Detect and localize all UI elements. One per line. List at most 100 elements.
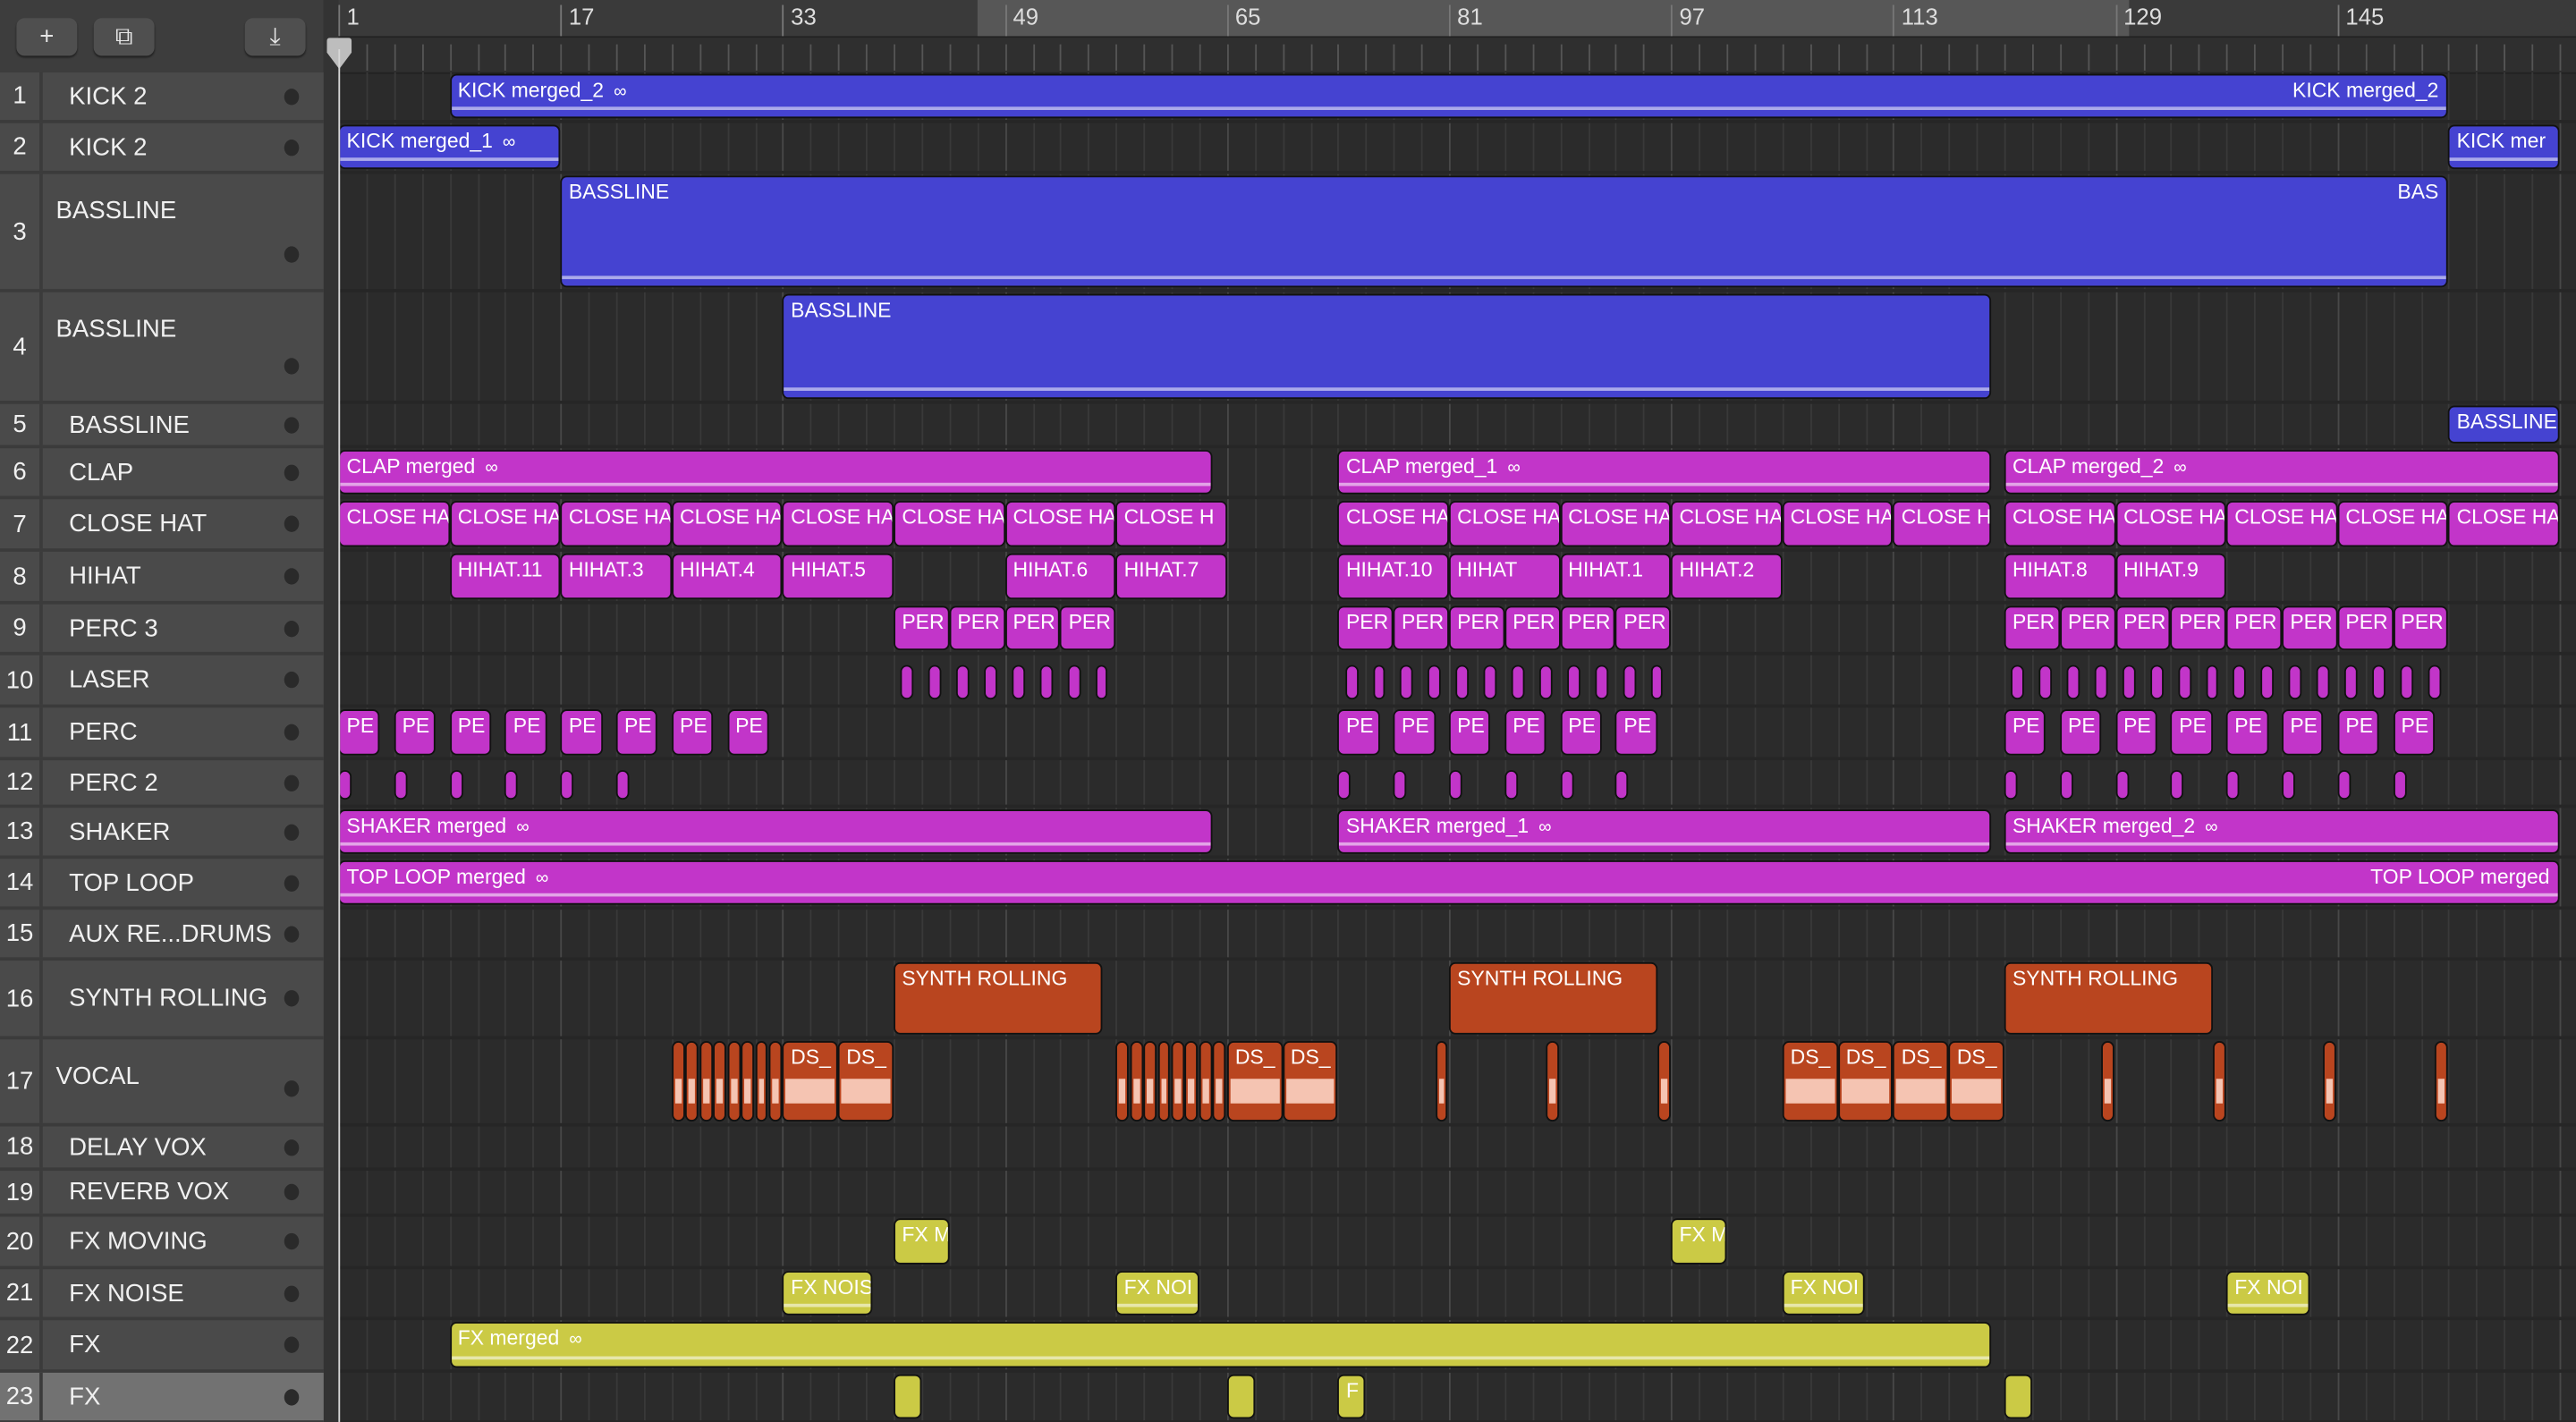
- track-header[interactable]: 20 FX MOVING: [0, 1216, 324, 1270]
- region[interactable]: DS_: [782, 1041, 839, 1122]
- track-header[interactable]: 19 REVERB VOX: [0, 1171, 324, 1217]
- record-enable-dot-icon[interactable]: [284, 416, 300, 433]
- track-header[interactable]: 15 AUX RE...DRUMS: [0, 910, 324, 961]
- region-sliver[interactable]: [699, 1041, 713, 1122]
- region-sliver[interactable]: [2212, 1041, 2226, 1122]
- track-header[interactable]: 11 PERC: [0, 707, 324, 761]
- region[interactable]: SHAKER merged_2 ∞: [2004, 809, 2560, 854]
- track-header[interactable]: 1 KICK 2: [0, 72, 324, 123]
- track-header[interactable]: 13 SHAKER: [0, 808, 324, 859]
- region-sliver[interactable]: [1039, 664, 1053, 700]
- region[interactable]: F: [1337, 1374, 1366, 1419]
- region[interactable]: PER: [894, 605, 950, 651]
- region-sliver[interactable]: [713, 1041, 726, 1122]
- region-sliver[interactable]: [2343, 664, 2358, 700]
- track-name[interactable]: CLAP: [69, 458, 133, 486]
- region-sliver[interactable]: [1185, 1041, 1199, 1122]
- region[interactable]: SYNTH ROLLING: [894, 961, 1102, 1035]
- region-sliver[interactable]: [1657, 1041, 1671, 1122]
- region[interactable]: DS_: [1837, 1041, 1894, 1122]
- region-sliver[interactable]: [1157, 1041, 1171, 1122]
- region[interactable]: HIHAT.11: [449, 553, 561, 600]
- track-name[interactable]: FX NOISE: [69, 1279, 184, 1307]
- region-sliver[interactable]: [2059, 770, 2073, 800]
- header-divider[interactable]: [323, 0, 339, 1422]
- track-lane[interactable]: F: [338, 1373, 2576, 1422]
- region[interactable]: HIHAT.8: [2004, 553, 2115, 600]
- region-sliver[interactable]: [1012, 664, 1025, 700]
- track-header[interactable]: 18 DELAY VOX: [0, 1126, 324, 1172]
- region-sliver[interactable]: [2260, 664, 2275, 700]
- region[interactable]: PE: [2226, 709, 2268, 756]
- region[interactable]: KICK merged_2 ∞ KICK merged_2: [449, 73, 2449, 119]
- region[interactable]: HIHAT.7: [1115, 553, 1227, 600]
- region[interactable]: HIHAT.3: [560, 553, 672, 600]
- track-lane[interactable]: [338, 910, 2576, 961]
- region[interactable]: PE: [394, 709, 436, 756]
- track-header[interactable]: 21 FX NOISE: [0, 1269, 324, 1321]
- track-lane[interactable]: TOP LOOP merged ∞ TOP LOOP merged: [338, 859, 2576, 910]
- bar-ruler[interactable]: 1 17 33 49 65 81 97 113 129 145: [338, 0, 2576, 74]
- region[interactable]: PE: [2393, 709, 2435, 756]
- region[interactable]: FX M: [894, 1218, 950, 1265]
- region-sliver[interactable]: [2393, 770, 2406, 800]
- region[interactable]: PER: [949, 605, 1005, 651]
- track-lane[interactable]: SYNTH ROLLING SYNTH ROLLING SYNTH ROLLING: [338, 961, 2576, 1040]
- cycle-region[interactable]: [977, 0, 2130, 37]
- region-sliver[interactable]: [2288, 664, 2302, 700]
- region[interactable]: TOP LOOP merged ∞ TOP LOOP merged: [338, 860, 2560, 905]
- region[interactable]: HIHAT.1: [1560, 553, 1672, 600]
- region[interactable]: PER: [1337, 605, 1394, 651]
- record-enable-dot-icon[interactable]: [284, 139, 300, 156]
- track-name[interactable]: SYNTH ROLLING: [69, 985, 267, 1012]
- region[interactable]: PE: [2114, 709, 2157, 756]
- region-sliver[interactable]: [2205, 664, 2219, 700]
- add-track-button[interactable]: +: [16, 18, 78, 56]
- record-enable-dot-icon[interactable]: [284, 246, 300, 263]
- region-sliver[interactable]: [1067, 664, 1080, 700]
- track-header[interactable]: 23 FX: [0, 1372, 324, 1422]
- region[interactable]: PE: [338, 709, 380, 756]
- track-name[interactable]: SHAKER: [69, 817, 170, 845]
- track-lane[interactable]: [338, 656, 2576, 708]
- track-name[interactable]: FX: [69, 1331, 100, 1359]
- region-sliver[interactable]: [1546, 1041, 1560, 1122]
- track-lane[interactable]: FX merged ∞: [338, 1320, 2576, 1373]
- region[interactable]: CLOSE HA: [2448, 500, 2560, 547]
- region[interactable]: KICK merged_1 ∞: [338, 124, 561, 170]
- region-sliver[interactable]: [1566, 664, 1580, 700]
- region[interactable]: KICK mer: [2448, 124, 2560, 170]
- region[interactable]: SHAKER merged_1 ∞: [1337, 809, 1991, 854]
- track-header[interactable]: 12 PERC 2: [0, 760, 324, 808]
- track-name[interactable]: PERC: [69, 718, 138, 746]
- region[interactable]: PER: [1004, 605, 1061, 651]
- track-lane[interactable]: KICK merged_1 ∞ KICK mer: [338, 123, 2576, 174]
- region-sliver[interactable]: [1171, 1041, 1185, 1122]
- region[interactable]: PER: [2282, 605, 2338, 651]
- region[interactable]: [894, 1374, 922, 1419]
- record-enable-dot-icon[interactable]: [284, 671, 300, 689]
- region[interactable]: CLAP merged ∞: [338, 450, 1214, 495]
- region[interactable]: CLOSE HA: [1004, 500, 1116, 547]
- region[interactable]: PER: [2170, 605, 2227, 651]
- region-sliver[interactable]: [615, 770, 630, 800]
- track-lane[interactable]: [338, 760, 2576, 808]
- record-enable-dot-icon[interactable]: [284, 1232, 300, 1250]
- region[interactable]: CLOSE HA: [1671, 500, 1783, 547]
- region[interactable]: HIHAT.4: [671, 553, 783, 600]
- record-enable-dot-icon[interactable]: [284, 724, 300, 741]
- region-sliver[interactable]: [2101, 1041, 2114, 1122]
- record-enable-dot-icon[interactable]: [284, 925, 300, 942]
- region-sliver[interactable]: [1511, 664, 1525, 700]
- region-sliver[interactable]: [1129, 1041, 1143, 1122]
- region[interactable]: PE: [615, 709, 658, 756]
- region-sliver[interactable]: [504, 770, 519, 800]
- region-sliver[interactable]: [394, 770, 408, 800]
- track-header[interactable]: 16 SYNTH ROLLING: [0, 961, 324, 1040]
- region[interactable]: CLOSE HA: [2337, 500, 2449, 547]
- region[interactable]: FX NOIS: [782, 1271, 873, 1316]
- track-name[interactable]: CLOSE HAT: [69, 510, 207, 537]
- record-enable-dot-icon[interactable]: [284, 823, 300, 841]
- region[interactable]: PER: [1060, 605, 1116, 651]
- region-sliver[interactable]: [1372, 664, 1386, 700]
